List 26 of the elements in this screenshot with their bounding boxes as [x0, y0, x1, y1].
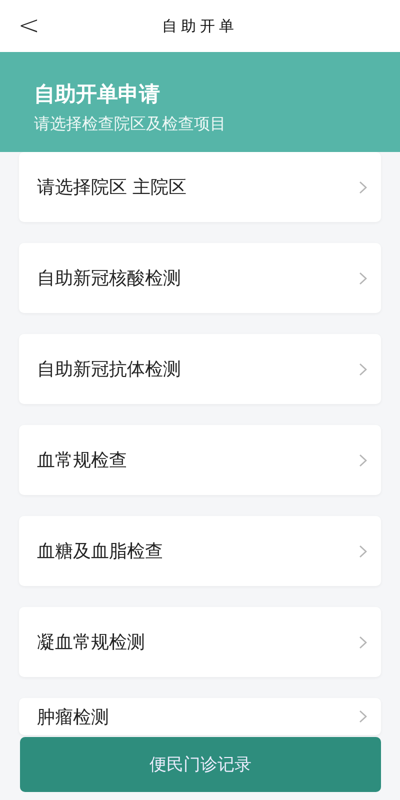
item-label: 肿瘤检测 [37, 706, 109, 728]
item-label: 请选择院区 主院区 [37, 176, 187, 199]
chevron-right-icon [359, 544, 367, 558]
chevron-right-icon [359, 636, 367, 648]
item-label: 自助新冠抗体检测 [37, 358, 181, 381]
banner-title: 自助开单申请 [34, 81, 161, 108]
list-item[interactable]: 血糖及血脂检查 [19, 516, 381, 586]
list-item[interactable]: 自助新冠核酸检测 [19, 243, 381, 313]
page-title: 自助开单 [162, 16, 238, 36]
chevron-right-icon [359, 272, 367, 284]
item-label: 血常规检查 [37, 449, 127, 472]
banner-subtitle: 请选择检查院区及检查项目 [34, 114, 227, 135]
list-item[interactable]: 自助新冠抗体检测 [19, 334, 381, 404]
item-label: 自助新冠核酸检测 [37, 267, 181, 290]
chevron-right-icon [359, 362, 367, 376]
item-label: 血糖及血脂检查 [37, 540, 163, 563]
back-button[interactable]: < [14, 12, 44, 40]
chevron-right-icon [359, 454, 367, 466]
chevron-right-icon [359, 710, 367, 723]
chevron-right-icon [359, 180, 367, 194]
clinic-records-button[interactable]: 便民门诊记录 [20, 737, 381, 792]
item-label: 凝血常规检测 [37, 631, 145, 654]
list-item[interactable]: 肿瘤检测 [19, 698, 381, 735]
list-item[interactable]: 请选择院区 主院区 [19, 152, 381, 222]
list-item[interactable]: 凝血常规检测 [19, 607, 381, 677]
list-item[interactable]: 血常规检查 [19, 425, 381, 495]
